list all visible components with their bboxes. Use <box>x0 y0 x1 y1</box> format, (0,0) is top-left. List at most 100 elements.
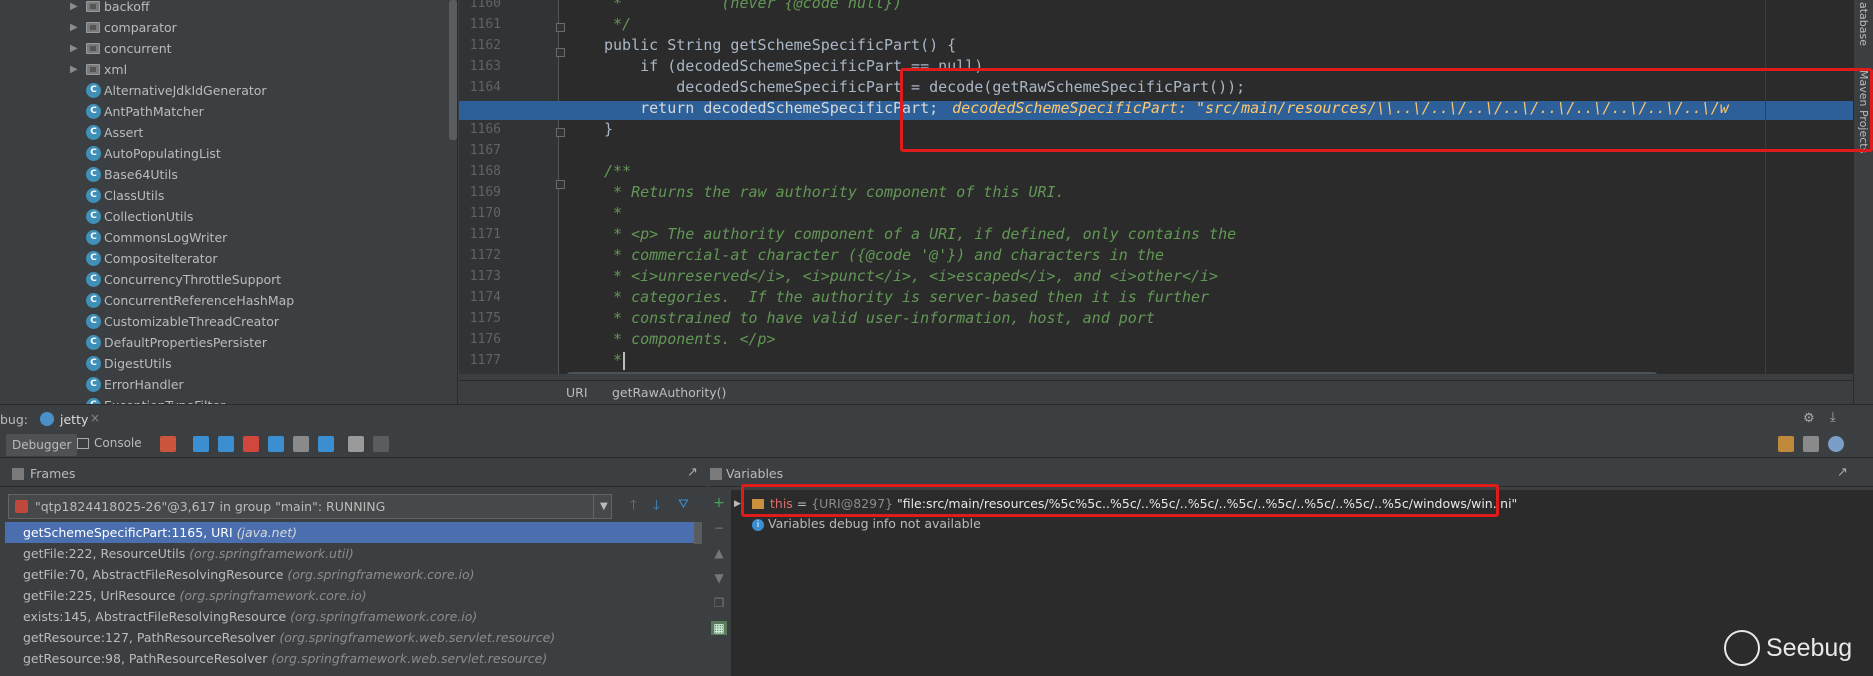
annotation-box-variable <box>741 484 1499 517</box>
debug-info-message: i Variables debug info not available <box>752 514 981 534</box>
tab-console[interactable]: Console <box>94 436 142 450</box>
settings-icon[interactable]: ⚙ <box>1803 411 1815 426</box>
frame-row[interactable]: getFile:70, AbstractFileResolvingResourc… <box>5 564 701 585</box>
step-out-icon[interactable] <box>268 436 284 452</box>
frame-row[interactable]: getFile:222, ResourceUtils (org.springfr… <box>5 543 701 564</box>
frame-row[interactable]: exists:145, AbstractFileResolvingResourc… <box>5 606 701 627</box>
variables-pin-icon[interactable]: ↗ <box>1837 465 1848 480</box>
expand-arrow-icon[interactable]: ▶ <box>70 0 78 17</box>
class-icon: C <box>86 377 101 392</box>
variables-side-toolbar: + − ▲ ▼ ❐ ▦ <box>706 490 732 676</box>
frame-row[interactable]: getSchemeSpecificPart:1165, URI (java.ne… <box>5 522 701 543</box>
tree-item[interactable]: C AlternativeJdkIdGenerator <box>0 80 440 101</box>
project-tree: ▶ backoff ▶ comparator ▶ concurrent ▶ xml C Alter… <box>0 0 458 404</box>
database-tool-label[interactable]: atabase <box>1857 2 1870 46</box>
arrow-down-icon[interactable]: 🡓 <box>653 496 660 518</box>
tree-item[interactable]: C ClassUtils <box>0 185 440 206</box>
add-watch-icon[interactable]: + <box>711 496 727 510</box>
chevron-down-icon[interactable]: ▼ <box>593 495 608 518</box>
code-text: */ <box>604 15 632 33</box>
tree-item[interactable]: CExceptionTypeFilter <box>0 395 440 404</box>
move-down-icon[interactable]: ▼ <box>711 571 727 585</box>
tree-item[interactable]: C CustomizableThreadCreator <box>0 311 440 332</box>
debug-tool-header: bug: jetty × ⚙ ⤓ <box>0 404 1873 434</box>
frame-row[interactable]: getResource:98, PathResourceResolver (or… <box>5 648 701 669</box>
frame-row[interactable]: getFile:225, UrlResource (org.springfram… <box>5 585 701 606</box>
line-number: 1166 <box>469 122 501 137</box>
memory-icon[interactable] <box>1828 436 1844 452</box>
frames-header: Frames ↗ <box>0 462 706 487</box>
step-over-icon[interactable] <box>193 436 209 452</box>
drop-frame-icon[interactable] <box>293 436 309 452</box>
line-number: 1176 <box>469 332 501 347</box>
tree-scrollbar[interactable] <box>449 0 457 140</box>
line-number: 1172 <box>469 248 501 263</box>
variables-tree: ▶ this = {URI@8297} "file:src/main/resou… <box>732 490 1873 676</box>
gutter-execution-line <box>459 101 559 120</box>
tree-item[interactable]: C DefaultPropertiesPersister <box>0 332 440 353</box>
tree-item[interactable]: C Base64Utils <box>0 164 440 185</box>
show-execution-point-icon[interactable] <box>160 436 176 452</box>
frames-pin-icon[interactable]: ↗ <box>687 465 698 480</box>
breadcrumb-item-class[interactable]: URI <box>566 381 588 405</box>
tree-item[interactable]: C DigestUtils <box>0 353 440 374</box>
tree-item-label: DigestUtils <box>104 356 172 371</box>
tab-jetty[interactable]: jetty <box>60 412 88 427</box>
threads-icon[interactable] <box>1803 436 1819 452</box>
tree-item[interactable]: C CollectionUtils <box>0 206 440 227</box>
code-text: * components. </p> <box>604 330 776 348</box>
step-into-icon[interactable] <box>218 436 234 452</box>
class-icon: C <box>86 314 101 329</box>
fold-marker-icon[interactable] <box>556 180 565 189</box>
expand-arrow-icon[interactable]: ▶ <box>734 494 741 514</box>
tree-item[interactable]: C Assert <box>0 122 440 143</box>
text-caret <box>623 352 625 370</box>
frame-package: (java.net) <box>236 525 298 540</box>
tree-item[interactable]: C AutoPopulatingList <box>0 143 440 164</box>
breadcrumb-item-method[interactable]: getRawAuthority() <box>612 381 726 405</box>
filter-icon[interactable]: ⛛ <box>678 497 689 512</box>
tree-item[interactable]: ▶ xml <box>0 59 440 80</box>
class-icon: C <box>86 104 101 119</box>
tree-item[interactable]: ▶ comparator <box>0 17 440 38</box>
hide-panel-icon[interactable]: ⤓ <box>1830 410 1836 425</box>
close-icon[interactable]: × <box>90 411 100 425</box>
tab-debugger[interactable]: Debugger <box>6 434 78 456</box>
force-step-into-icon[interactable] <box>243 436 259 452</box>
evaluate-expression-icon[interactable] <box>348 436 364 452</box>
code-editor[interactable]: 1160116111621163116411651166116711681169… <box>459 0 1873 374</box>
fold-marker-icon[interactable] <box>556 128 565 137</box>
frame-row[interactable]: getResource:127, PathResourceResolver (o… <box>5 627 701 648</box>
run-to-cursor-icon[interactable] <box>318 436 334 452</box>
expand-arrow-icon[interactable]: ▶ <box>70 17 78 38</box>
tree-item[interactable]: C CommonsLogWriter <box>0 227 440 248</box>
expand-arrow-icon[interactable]: ▶ <box>70 38 78 59</box>
tree-item[interactable]: ▶ concurrent <box>0 38 440 59</box>
class-icon: C <box>86 356 101 371</box>
tree-item[interactable]: C AntPathMatcher <box>0 101 440 122</box>
fold-marker-icon[interactable] <box>556 48 565 57</box>
restore-layout-icon[interactable] <box>1778 436 1794 452</box>
code-line: */ <box>604 14 631 35</box>
frame-package: (org.springframework.web.servlet.resourc… <box>279 630 556 645</box>
expand-arrow-icon[interactable]: ▶ <box>70 59 78 80</box>
tree-item[interactable]: ▶ backoff <box>0 0 440 17</box>
tree-item[interactable]: C ConcurrentReferenceHashMap <box>0 290 440 311</box>
code-text: } <box>604 120 614 138</box>
tree-item[interactable]: C ErrorHandler <box>0 374 440 395</box>
frames-scrollbar[interactable] <box>694 522 702 544</box>
arrow-up-icon[interactable]: 🡑 <box>630 496 637 518</box>
code-line: * <i>unreserved</i>, <i>punct</i>, <i>es… <box>604 266 1218 287</box>
watches-toggle-icon[interactable]: ▦ <box>711 621 727 635</box>
fold-marker-icon[interactable] <box>556 23 565 32</box>
code-text: * <box>604 351 623 369</box>
remove-watch-icon[interactable]: − <box>711 521 727 535</box>
code-line: public String getSchemeSpecificPart() { <box>604 35 956 56</box>
move-up-icon[interactable]: ▲ <box>711 546 727 560</box>
editor-horizontal-scrollbar[interactable] <box>567 372 1657 374</box>
thread-selector[interactable]: "qtp1824418025-26"@3,617 in group "main"… <box>8 494 612 519</box>
trace-icon[interactable] <box>373 436 389 452</box>
tree-item[interactable]: C ConcurrencyThrottleSupport <box>0 269 440 290</box>
copy-icon[interactable]: ❐ <box>711 596 727 610</box>
tree-item[interactable]: C CompositeIterator <box>0 248 440 269</box>
